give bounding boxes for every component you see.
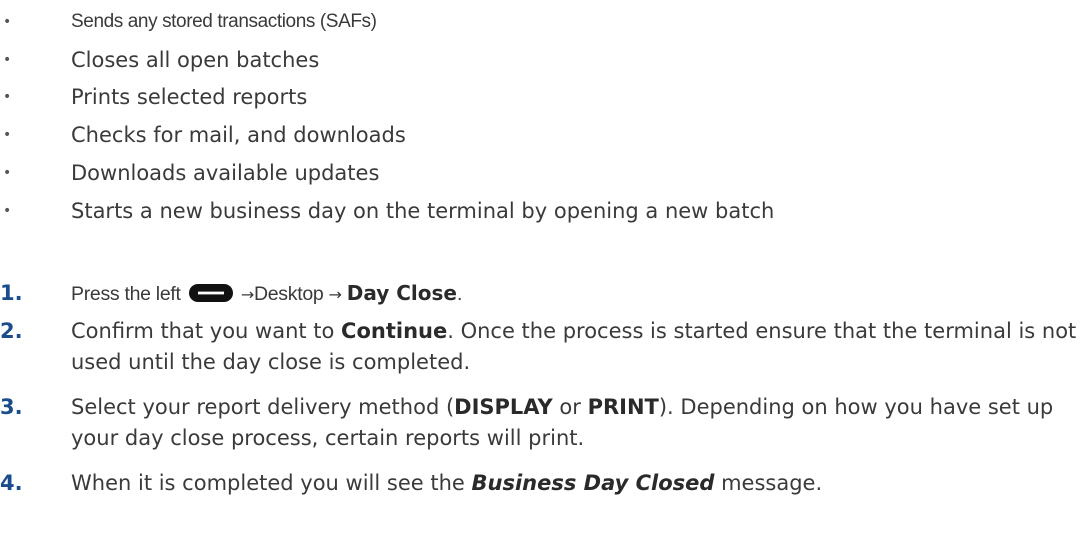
step-text-part: or: [552, 395, 588, 419]
bullet-text: Closes all open batches: [71, 48, 320, 72]
bullet-text: Starts a new business day on the termina…: [71, 199, 775, 223]
step-text: Select your report delivery method (DISP…: [71, 392, 1081, 454]
arrow-icon: →: [240, 285, 254, 304]
step-text: Press the left →Desktop → Day Close.: [71, 278, 1081, 310]
bullet-text: Downloads available updates: [71, 161, 380, 185]
step-text-part: Desktop: [253, 283, 324, 305]
print-label: PRINT: [587, 395, 659, 419]
step-text-part: Confirm that you want to: [71, 319, 342, 343]
bullet-text: Sends any stored transactions (SAFs): [71, 11, 377, 32]
bullet-marker: •: [3, 127, 12, 143]
business-day-closed-message: Business Day Closed: [471, 471, 715, 495]
bullet-marker: •: [3, 14, 12, 30]
step-text-part: Select your report delivery method (: [71, 395, 455, 419]
step-number: 4.: [0, 471, 23, 495]
bullet-text: Prints selected reports: [71, 85, 308, 109]
step-text-part: .: [457, 283, 463, 305]
step-text-part: message.: [714, 471, 823, 495]
step-text-part: Press the left: [71, 283, 181, 305]
continue-label: Continue: [341, 319, 448, 343]
arrow-icon: →: [328, 285, 342, 304]
step-number: 3.: [0, 395, 23, 419]
bullet-marker: •: [3, 165, 12, 181]
menu-key-icon: [188, 284, 233, 303]
step-text: Confirm that you want to Continue. Once …: [71, 316, 1081, 378]
display-label: DISPLAY: [454, 395, 553, 419]
bullet-marker: •: [3, 89, 12, 105]
bullet-marker: •: [3, 52, 12, 68]
step-number: 2.: [0, 319, 23, 343]
step-text: When it is completed you will see the Bu…: [71, 468, 1081, 499]
step-text-part: When it is completed you will see the: [71, 471, 472, 495]
step-number: 1.: [0, 281, 23, 305]
bullet-marker: •: [3, 203, 12, 219]
bullet-text: Checks for mail, and downloads: [71, 123, 406, 147]
day-close-label: Day Close: [346, 281, 457, 305]
